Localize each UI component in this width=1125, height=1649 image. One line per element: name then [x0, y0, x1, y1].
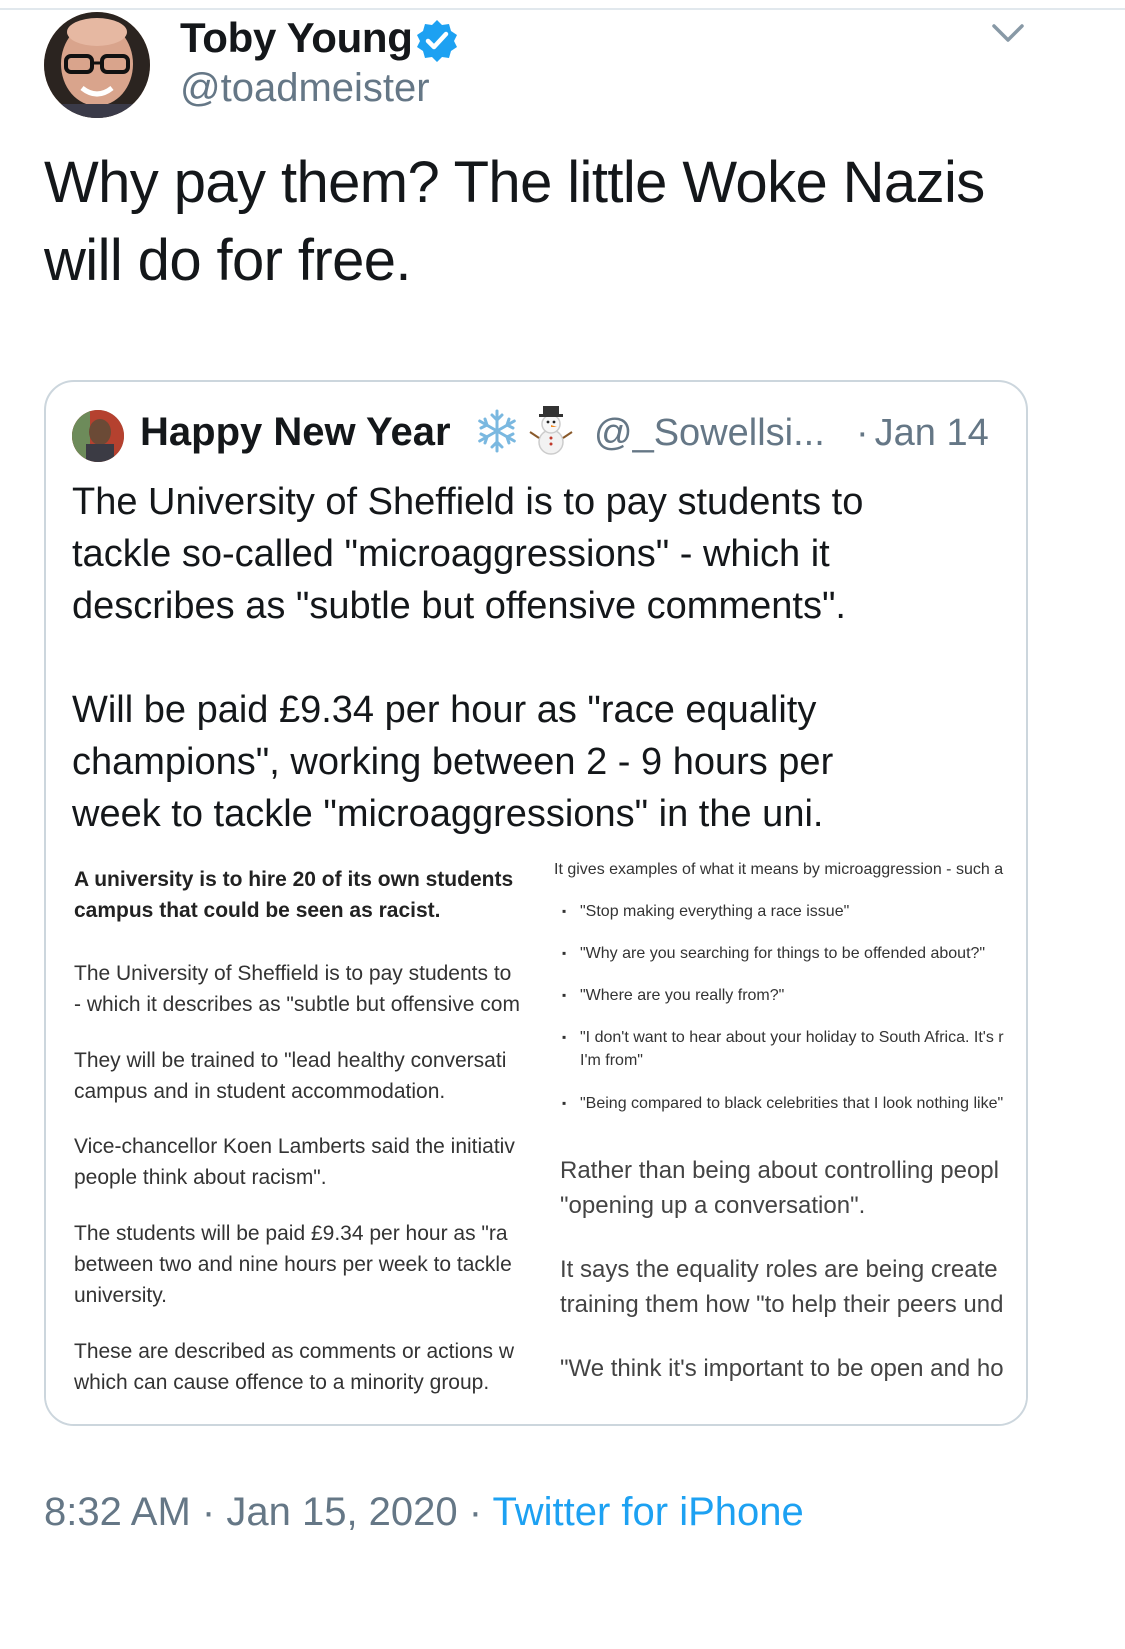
article-bullet: "I don't want to hear about your holiday… — [562, 1026, 1004, 1049]
tweet-source-link[interactable]: Twitter for iPhone — [493, 1490, 804, 1534]
article-paragraph: "We think it's important to be open and … — [560, 1355, 1004, 1382]
author-name[interactable]: Toby Young — [180, 14, 413, 62]
quoted-display-name: Happy New Year — [140, 410, 451, 454]
article-paragraph: - which it describes as "subtle but offe… — [74, 993, 520, 1016]
verified-badge-icon — [417, 20, 457, 62]
separator: · — [468, 1490, 483, 1534]
article-paragraph: Rather than being about controlling peop… — [560, 1157, 999, 1184]
article-paragraph: people think about racism". — [74, 1166, 327, 1189]
article-bullet: "Why are you searching for things to be … — [562, 942, 985, 965]
article-bullet: "Where are you really from?" — [562, 984, 784, 1007]
quoted-handle: @_Sowellsi... — [594, 412, 825, 454]
tweet-time[interactable]: 8:32 AM — [44, 1490, 191, 1534]
article-bullet-continuation: I'm from" — [580, 1052, 643, 1069]
article-screenshot-image[interactable]: A university is to hire 20 of its own st… — [46, 858, 1026, 1424]
article-intro: It gives examples of what it means by mi… — [554, 861, 1004, 878]
author-handle[interactable]: @toadmeister — [180, 66, 430, 111]
author-avatar[interactable] — [44, 12, 150, 118]
chevron-down-icon[interactable] — [988, 14, 1028, 54]
article-bullet: "Being compared to black celebrities tha… — [562, 1092, 1003, 1115]
article-paragraph: between two and nine hours per week to t… — [74, 1253, 512, 1276]
article-paragraph: It says the equality roles are being cre… — [560, 1256, 998, 1283]
article-paragraph: These are described as comments or actio… — [74, 1340, 515, 1363]
separator: · — [201, 1490, 216, 1534]
article-heading-line-1: A university is to hire 20 of its own st… — [74, 868, 514, 891]
snowflake-icon — [478, 409, 516, 453]
separator: · — [856, 412, 869, 454]
article-paragraph: training them how "to help their peers u… — [560, 1291, 1004, 1318]
article-paragraph: Vice-chancellor Koen Lamberts said the i… — [74, 1135, 515, 1158]
article-paragraph: "opening up a conversation". — [560, 1192, 866, 1219]
article-paragraph: The University of Sheffield is to pay st… — [74, 962, 512, 985]
quoted-tweet-card[interactable]: Happy New Year @_Sowellsi... · Jan 14 Th… — [44, 380, 1028, 1426]
quoted-date: · Jan 14 — [856, 412, 989, 455]
article-paragraph: campus and in student accommodation. — [74, 1080, 446, 1103]
article-bullet-text: "Stop making everything a race issue" — [580, 903, 850, 920]
article-paragraph: university. — [74, 1284, 167, 1307]
snowman-icon — [529, 406, 573, 455]
article-left-column: A university is to hire 20 of its own st… — [74, 858, 536, 1424]
divider — [0, 8, 1125, 10]
quoted-author-avatar — [72, 410, 124, 462]
article-bullet-text: "I don't want to hear about your holiday… — [580, 1029, 1004, 1046]
article-bullet-text: "Being compared to black celebrities tha… — [580, 1095, 1004, 1112]
article-bullet-text: "Why are you searching for things to be … — [580, 945, 986, 962]
quoted-date-text: Jan 14 — [874, 412, 989, 454]
article-heading-line-2: campus that could be seen as racist. — [74, 899, 441, 922]
tweet-page: Toby Young @toadmeister Why pay them? Th… — [0, 0, 1125, 1649]
tweet-text: Why pay them? The little Woke Nazis will… — [44, 150, 985, 293]
tweet-timestamp-line: 8:32 AM · Jan 15, 2020 · Twitter for iPh… — [44, 1490, 804, 1535]
article-paragraph: which can cause offence to a minority gr… — [74, 1371, 490, 1394]
article-paragraph: The students will be paid £9.34 per hour… — [74, 1222, 508, 1245]
article-bullet: "Stop making everything a race issue" — [562, 900, 849, 923]
quoted-tweet-text: The University of Sheffield is to pay st… — [72, 481, 864, 835]
article-paragraph: They will be trained to "lead healthy co… — [74, 1049, 507, 1072]
article-bullet-text: "Where are you really from?" — [580, 987, 785, 1004]
tweet-date[interactable]: Jan 15, 2020 — [226, 1490, 457, 1534]
article-right-column: It gives examples of what it means by mi… — [554, 858, 1026, 1424]
